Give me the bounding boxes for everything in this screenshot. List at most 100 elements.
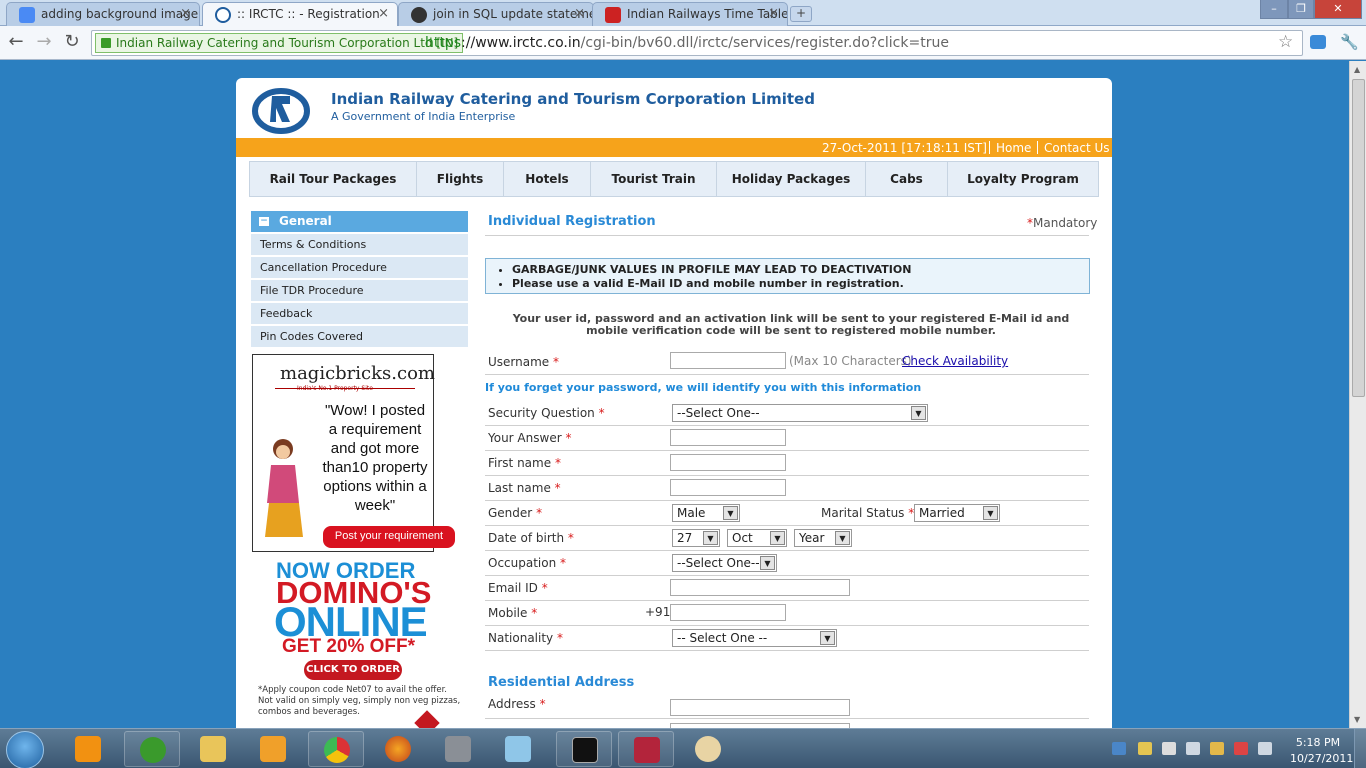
clock-time: 5:18 PM (1295, 736, 1341, 749)
last-name-input[interactable] (670, 479, 786, 496)
required-star: * (536, 506, 543, 520)
menu-holiday-packages[interactable]: Holiday Packages (717, 162, 866, 196)
gender-select[interactable]: Male ▼ (672, 504, 740, 522)
close-icon[interactable]: × (378, 6, 389, 21)
dob-year-value: Year (799, 531, 825, 545)
menu-hotels[interactable]: Hotels (504, 162, 591, 196)
minimize-icon[interactable]: – (1260, 0, 1288, 19)
show-desktop-button[interactable] (1354, 729, 1366, 768)
post-requirement-button[interactable]: Post your requirement (323, 526, 455, 548)
wrench-menu-icon[interactable]: 🔧 (1340, 33, 1359, 51)
sidebar-item-cancellation[interactable]: Cancellation Procedure (251, 257, 468, 278)
dob-label: Date of birth * (488, 531, 574, 545)
scrollbar-thumb[interactable] (1352, 79, 1365, 397)
first-name-input[interactable] (670, 454, 786, 471)
security-question-label-text: Security Question (488, 406, 595, 420)
security-question-select[interactable]: --Select One-- ▼ (672, 404, 928, 422)
contact-us-link[interactable]: Contact Us (1044, 141, 1110, 155)
ev-certificate-badge[interactable]: Indian Railway Catering and Tourism Corp… (95, 33, 464, 53)
sidebar-item-feedback[interactable]: Feedback (251, 303, 468, 324)
tab-title: join in SQL update statemer (433, 7, 594, 21)
taskbar-chrome[interactable] (308, 731, 364, 767)
extension-icon[interactable] (1310, 35, 1326, 49)
address-bar[interactable]: Indian Railway Catering and Tourism Corp… (91, 30, 1303, 56)
tray-flag-icon[interactable] (1234, 742, 1248, 755)
taskbar-utorrent[interactable] (124, 731, 180, 767)
taskbar-paint[interactable] (680, 731, 736, 767)
divider (485, 374, 1089, 375)
dob-year-select[interactable]: Year ▼ (794, 529, 852, 547)
address-input[interactable] (670, 699, 850, 716)
tray-device-icon[interactable] (1162, 742, 1176, 755)
sidebar-heading[interactable]: − General (251, 211, 468, 232)
username-input[interactable] (670, 352, 786, 369)
menu-cabs[interactable]: Cabs (866, 162, 948, 196)
tray-signal-icon[interactable] (1186, 742, 1200, 755)
email-input[interactable] (670, 579, 850, 596)
magicbricks-ad[interactable]: magicbricks.com India's No.1 Property Si… (252, 354, 455, 552)
menu-loyalty-program[interactable]: Loyalty Program (948, 162, 1098, 196)
required-star: * (554, 456, 561, 470)
close-icon[interactable]: × (180, 6, 191, 21)
menu-tourist-train[interactable]: Tourist Train (591, 162, 717, 196)
menu-flights[interactable]: Flights (417, 162, 504, 196)
browser-toolbar: ← → ↻ Indian Railway Catering and Touris… (0, 26, 1366, 60)
nationality-label: Nationality * (488, 631, 563, 645)
taskbar-firewall[interactable] (430, 731, 486, 767)
required-star: * (565, 431, 572, 445)
security-note: If you forget your password, we will ide… (485, 381, 922, 394)
scroll-up-icon[interactable]: ▲ (1354, 65, 1360, 74)
divider (485, 625, 1089, 626)
mobile-input[interactable] (670, 604, 786, 621)
reload-icon[interactable]: ↻ (61, 32, 83, 54)
sidebar-item-terms[interactable]: Terms & Conditions (251, 234, 468, 255)
marital-status-select[interactable]: Married ▼ (914, 504, 1000, 522)
close-icon[interactable]: × (574, 6, 585, 21)
sidebar-item-pin-codes[interactable]: Pin Codes Covered (251, 326, 468, 347)
taskbar-explorer[interactable] (185, 731, 241, 767)
check-availability-link[interactable]: Check Availability (902, 354, 1008, 368)
tab-irctc-registration[interactable]: :: IRCTC :: - Registration × (202, 2, 398, 27)
dob-day-select[interactable]: 27 ▼ (672, 529, 720, 547)
taskbar-firefox[interactable] (370, 731, 426, 767)
sidebar-item-file-tdr[interactable]: File TDR Procedure (251, 280, 468, 301)
taskbar-cmd[interactable] (556, 731, 612, 767)
tab-adding-background[interactable]: adding background image i × (6, 2, 200, 26)
marital-status-value: Married (919, 506, 965, 520)
dob-month-select[interactable]: Oct ▼ (727, 529, 787, 547)
app-icon (505, 736, 531, 762)
forward-icon[interactable]: → (33, 32, 55, 54)
url-text[interactable]: https://www.irctc.co.in/cgi-bin/bv60.dll… (425, 35, 949, 51)
home-link[interactable]: Home (996, 141, 1031, 155)
menu-rail-tour-packages[interactable]: Rail Tour Packages (250, 162, 417, 196)
occupation-select[interactable]: --Select One-- ▼ (672, 554, 777, 572)
taskbar-media-player[interactable] (245, 731, 301, 767)
click-to-order-button[interactable]: CLICK TO ORDER (304, 660, 402, 680)
chevron-down-icon: ▼ (911, 406, 926, 420)
system-clock[interactable]: 5:18 PM 10/27/2011 (1290, 735, 1353, 767)
scroll-down-icon[interactable]: ▼ (1354, 715, 1360, 724)
tab-sql-update[interactable]: join in SQL update statemer × (398, 2, 594, 26)
bookmark-star-icon[interactable]: ☆ (1278, 32, 1293, 52)
back-icon[interactable]: ← (5, 32, 27, 54)
close-window-icon[interactable]: ✕ (1314, 0, 1362, 19)
tray-volume-icon[interactable] (1258, 742, 1272, 755)
tray-folder-icon[interactable] (1138, 742, 1152, 755)
ev-certificate-text: Indian Railway Catering and Tourism Corp… (116, 36, 459, 50)
taskbar-app[interactable] (490, 731, 546, 767)
divider (485, 525, 1089, 526)
new-tab-button[interactable]: + (790, 6, 812, 22)
last-name-label-text: Last name (488, 481, 551, 495)
taskbar-access[interactable] (618, 731, 674, 767)
nationality-select[interactable]: -- Select One -- ▼ (672, 629, 837, 647)
vertical-scrollbar[interactable]: ▲ ▼ (1349, 61, 1366, 728)
answer-input[interactable] (670, 429, 786, 446)
tab-railway-timetable[interactable]: Indian Railways Time Table × (592, 2, 788, 26)
maximize-icon[interactable]: ❐ (1288, 0, 1314, 19)
tray-network-share-icon[interactable] (1112, 742, 1126, 755)
close-icon[interactable]: × (768, 6, 779, 21)
start-button[interactable] (6, 731, 44, 768)
taskbar-vlc[interactable] (60, 731, 116, 767)
tray-power-icon[interactable] (1210, 742, 1224, 755)
divider (485, 650, 1089, 651)
